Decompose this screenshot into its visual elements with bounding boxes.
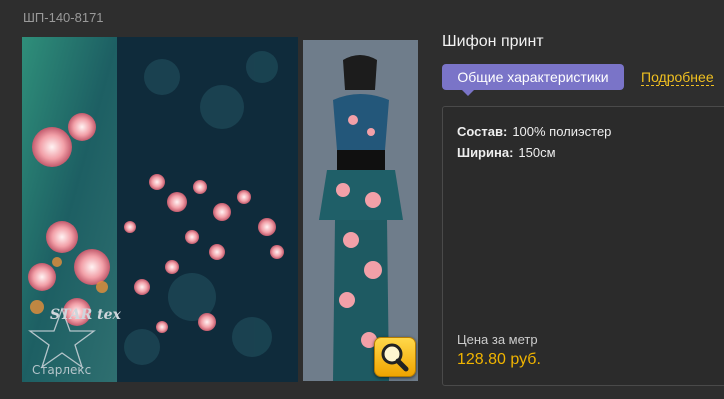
spec-label: Ширина: (457, 145, 514, 160)
product-panel: ШП-140-8171 STAR tex Старлекс Шифон прин… (0, 0, 724, 399)
spec-width: Ширина: 150см (457, 145, 556, 160)
spec-value: 100% полиэстер (512, 124, 612, 139)
product-info-box: Состав: 100% полиэстер Ширина: 150см Цена … (442, 106, 724, 386)
spec-label: Состав: (457, 124, 508, 139)
fabric-pattern: STAR tex Старлекс (22, 37, 298, 382)
watermark-text: Старлекс (32, 363, 91, 377)
price-label: Цена за метр (457, 332, 538, 347)
spec-value: 150см (518, 145, 556, 160)
fabric-main-image[interactable]: STAR tex Старлекс (22, 37, 298, 382)
dress-preview-image[interactable] (303, 40, 418, 381)
product-sku: ШП-140-8171 (23, 10, 104, 25)
price-value: 128.80 руб. (457, 351, 541, 368)
product-gallery: STAR tex Старлекс (22, 37, 418, 382)
magnifier-icon (381, 343, 409, 372)
dress-mannequin (303, 40, 418, 381)
spec-composition: Состав: 100% полиэстер (457, 124, 611, 139)
product-title: Шифон принт (442, 33, 544, 50)
zoom-button[interactable] (374, 337, 416, 377)
watermark-logo-text: STAR tex (50, 307, 122, 323)
tab-general-characteristics[interactable]: Общие характеристики (442, 64, 624, 96)
tab-more-details[interactable]: Подробнее (641, 69, 714, 86)
